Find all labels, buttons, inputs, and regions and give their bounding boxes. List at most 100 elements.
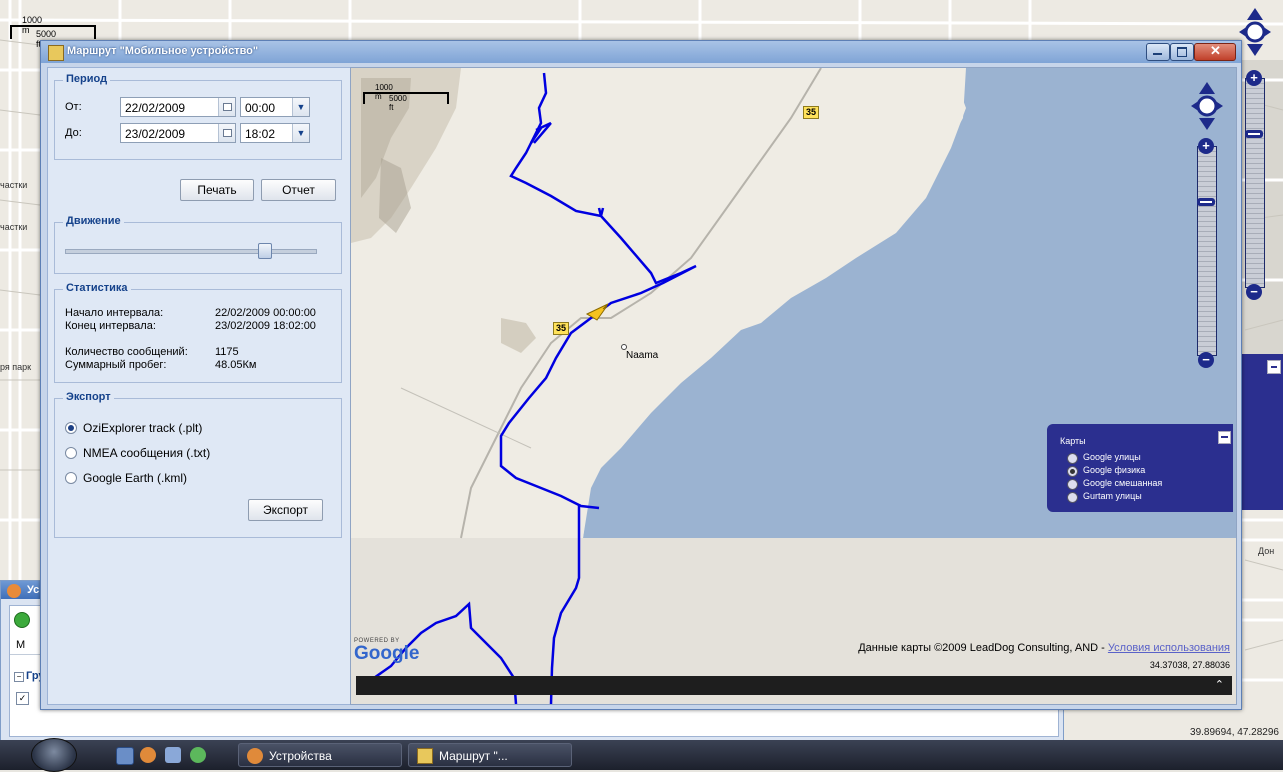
row-checkbox[interactable]: ✓ (16, 692, 29, 705)
from-time-value: 00:00 (245, 101, 276, 115)
export-radio-plt[interactable] (65, 422, 77, 434)
calendar-icon[interactable] (218, 98, 235, 116)
window-titlebar[interactable]: Маршрут "Мобильное устройство" ✕ (41, 41, 1241, 63)
window-title: Маршрут "Мобильное устройство" (67, 45, 259, 57)
from-label: От: (65, 101, 82, 113)
taskbar-item-devices[interactable]: Устройства (238, 743, 402, 767)
route-window[interactable]: Маршрут "Мобильное устройство" ✕ Период … (40, 40, 1242, 710)
background-zoom-in-icon[interactable]: + (1246, 70, 1262, 86)
export-button[interactable]: Экспорт (248, 499, 323, 521)
layer-option-label[interactable]: Gurtam улицы (1083, 491, 1142, 501)
chevron-down-icon[interactable]: ▼ (292, 98, 309, 116)
export-option-label: NMEA сообщения (.txt) (83, 446, 211, 460)
map-coords: 34.37038, 27.88036 (1149, 660, 1230, 670)
background-label: ря парк (0, 362, 32, 372)
export-radio-kml[interactable] (65, 472, 77, 484)
devices-icon (247, 748, 263, 764)
layer-radio[interactable] (1067, 492, 1078, 503)
export-option-label: Google Earth (.kml) (83, 471, 188, 485)
background-zoom-out-icon[interactable]: − (1246, 284, 1262, 300)
stat-value: 22/02/2009 00:00:00 (215, 307, 316, 319)
devices-icon (7, 584, 21, 598)
network-icon[interactable] (165, 747, 181, 763)
layer-radio[interactable] (1067, 479, 1078, 490)
to-time-field[interactable]: 18:02 ▼ (240, 123, 310, 143)
chevron-down-icon[interactable]: ▼ (292, 124, 309, 142)
background-pan-control[interactable] (1237, 6, 1273, 58)
maximize-button[interactable] (1170, 43, 1194, 61)
print-button[interactable]: Печать (180, 179, 254, 201)
report-button[interactable]: Отчет (261, 179, 336, 201)
background-minimize-icon[interactable] (1267, 360, 1281, 374)
attribution-text: Данные карты ©2009 LeadDog Consulting, A… (858, 642, 1108, 654)
export-radio-txt[interactable] (65, 447, 77, 459)
layer-radio[interactable] (1067, 466, 1078, 477)
to-label: До: (65, 127, 82, 139)
background-label: частки (0, 180, 28, 190)
terms-link[interactable]: Условия использования (1108, 642, 1230, 654)
column-header-label: M (16, 639, 26, 651)
add-icon[interactable] (14, 612, 30, 628)
map-view[interactable]: 1000 m 5000 ft 35 35 Naama + − Карты Goo… (350, 67, 1237, 705)
control-panel: Период От: 22/02/2009 00:00 ▼ До: 23/02/… (47, 67, 351, 705)
playback-slider-thumb[interactable] (258, 243, 272, 259)
minimize-button[interactable] (1146, 43, 1170, 61)
google-wordmark: Google (354, 643, 420, 664)
zoom-out-icon[interactable]: − (1198, 352, 1214, 368)
export-legend: Экспорт (63, 391, 114, 403)
background-layers-panel (1241, 354, 1283, 510)
export-group: Экспорт OziExplorer track (.plt) NMEA со… (54, 391, 342, 538)
taskbar-item-label: Устройства (269, 749, 332, 763)
period-legend: Период (63, 73, 111, 85)
background-label: частки (0, 222, 28, 232)
start-button[interactable] (31, 738, 77, 772)
from-date-field[interactable]: 22/02/2009 (120, 97, 236, 117)
calendar-icon[interactable] (218, 124, 235, 142)
from-time-field[interactable]: 00:00 ▼ (240, 97, 310, 117)
pan-control[interactable] (1189, 80, 1225, 132)
close-button[interactable]: ✕ (1194, 43, 1236, 61)
playback-slider[interactable] (65, 249, 317, 254)
layer-option-label[interactable]: Google улицы (1083, 452, 1141, 462)
period-group: Период От: 22/02/2009 00:00 ▼ До: 23/02/… (54, 73, 342, 160)
app-icon[interactable] (140, 747, 156, 763)
google-logo[interactable]: POWERED BY Google (354, 638, 419, 663)
collapse-icon[interactable]: − (14, 672, 24, 682)
statistics-legend: Статистика (63, 282, 131, 294)
zoom-handle[interactable] (1197, 198, 1215, 206)
stat-label: Суммарный пробег: (65, 359, 167, 371)
collapse-icon[interactable] (1218, 431, 1231, 444)
place-label: Naama (626, 350, 659, 361)
movement-group: Движение (54, 215, 342, 274)
layers-title: Карты (1060, 436, 1086, 446)
zoom-slider[interactable] (1197, 146, 1217, 356)
show-desktop-icon[interactable] (116, 747, 134, 765)
background-coords: 39.89694, 47.28296 (1190, 727, 1279, 738)
map-canvas[interactable] (351, 68, 1236, 704)
map-attribution: Данные карты ©2009 LeadDog Consulting, A… (858, 642, 1230, 654)
road-shield: 35 (553, 322, 570, 335)
road-shield: 35 (803, 106, 820, 119)
browser-icon[interactable] (190, 747, 206, 763)
export-option-label: OziExplorer track (.plt) (83, 421, 203, 435)
stat-value: 1175 (215, 346, 239, 358)
chevron-up-icon[interactable]: ⌃ (1215, 678, 1224, 691)
zoom-in-icon[interactable]: + (1198, 138, 1214, 154)
map-bottom-bar[interactable]: ⌃ (356, 676, 1232, 695)
background-zoom-slider[interactable] (1245, 78, 1265, 288)
movement-legend: Движение (63, 215, 124, 227)
layer-option-label[interactable]: Google физика (1083, 465, 1145, 475)
taskbar-item-label: Маршрут "... (439, 749, 508, 763)
stat-value: 48.05Км (215, 359, 257, 371)
stat-label: Количество сообщений: (65, 346, 188, 358)
stat-value: 23/02/2009 18:02:00 (215, 320, 316, 332)
layer-radio[interactable] (1067, 453, 1078, 464)
to-date-field[interactable]: 23/02/2009 (120, 123, 236, 143)
column-header[interactable]: M (10, 634, 40, 655)
route-window-icon (48, 45, 64, 61)
taskbar-item-route[interactable]: Маршрут "... (408, 743, 572, 767)
background-label: Дон (1258, 546, 1275, 556)
layer-option-label[interactable]: Google смешанная (1083, 478, 1162, 488)
background-zoom-handle[interactable] (1245, 130, 1263, 138)
stat-label: Начало интервала: (65, 307, 164, 319)
